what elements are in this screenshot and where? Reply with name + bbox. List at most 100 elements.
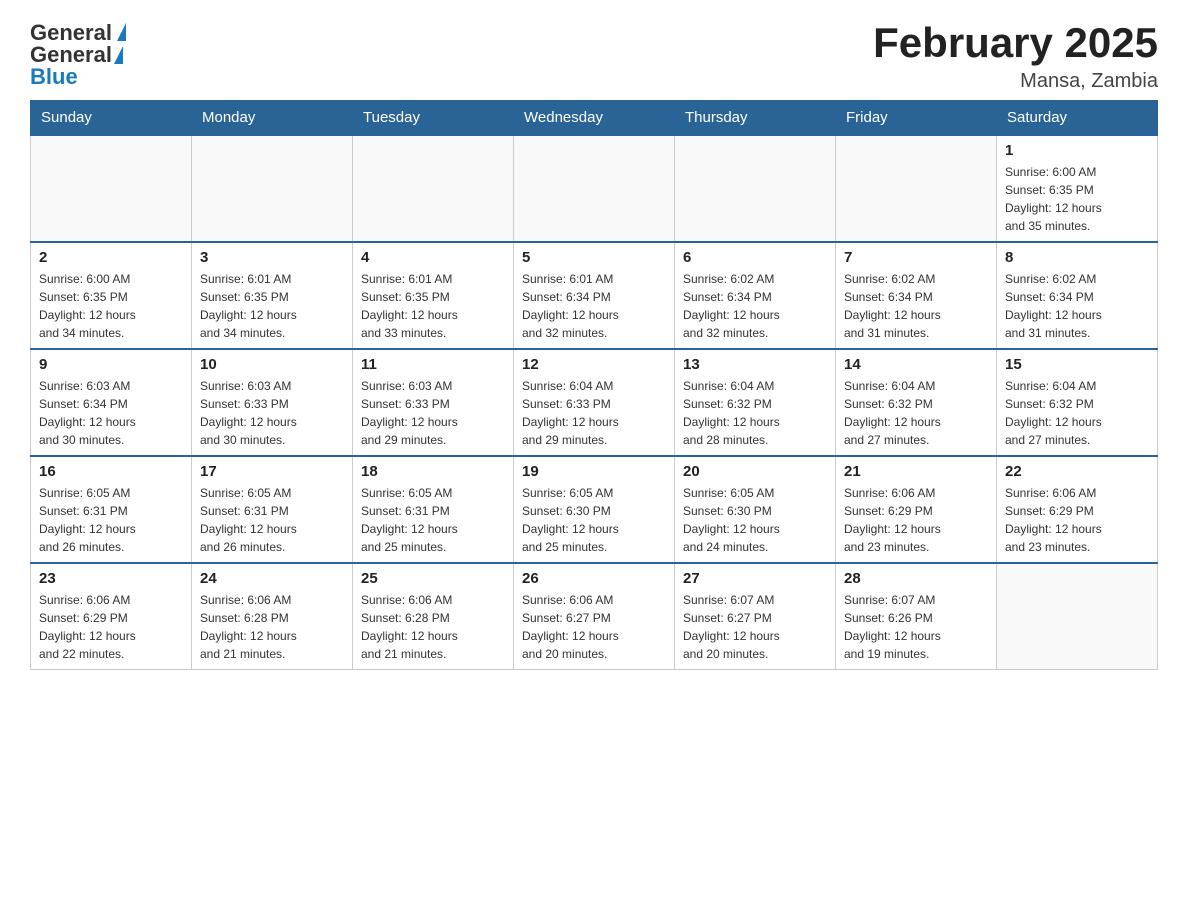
day-info: Sunrise: 6:02 AM Sunset: 6:34 PM Dayligh… bbox=[683, 270, 827, 342]
day-info: Sunrise: 6:07 AM Sunset: 6:26 PM Dayligh… bbox=[844, 591, 988, 663]
calendar-cell: 15 Sunrise: 6:04 AM Sunset: 6:32 PM Dayli… bbox=[997, 349, 1158, 456]
location-subtitle: Mansa, Zambia bbox=[873, 70, 1158, 93]
calendar-cell bbox=[353, 135, 514, 242]
calendar-cell: 25 Sunrise: 6:06 AM Sunset: 6:28 PM Dayli… bbox=[353, 563, 514, 670]
col-sunday: Sunday bbox=[31, 100, 192, 135]
calendar-cell: 8 Sunrise: 6:02 AM Sunset: 6:34 PM Daylig… bbox=[997, 242, 1158, 349]
day-info: Sunrise: 6:04 AM Sunset: 6:33 PM Dayligh… bbox=[522, 377, 666, 449]
day-number: 1 bbox=[1005, 142, 1149, 159]
day-number: 17 bbox=[200, 463, 344, 480]
calendar-cell: 20 Sunrise: 6:05 AM Sunset: 6:30 PM Dayli… bbox=[675, 456, 836, 563]
day-info: Sunrise: 6:06 AM Sunset: 6:27 PM Dayligh… bbox=[522, 591, 666, 663]
day-number: 8 bbox=[1005, 249, 1149, 266]
month-title: February 2025 bbox=[873, 20, 1158, 66]
calendar-cell: 1 Sunrise: 6:00 AM Sunset: 6:35 PM Daylig… bbox=[997, 135, 1158, 242]
day-number: 13 bbox=[683, 356, 827, 373]
calendar-cell: 4 Sunrise: 6:01 AM Sunset: 6:35 PM Daylig… bbox=[353, 242, 514, 349]
calendar-cell: 9 Sunrise: 6:03 AM Sunset: 6:34 PM Daylig… bbox=[31, 349, 192, 456]
calendar-cell: 3 Sunrise: 6:01 AM Sunset: 6:35 PM Daylig… bbox=[192, 242, 353, 349]
col-friday: Friday bbox=[836, 100, 997, 135]
day-number: 18 bbox=[361, 463, 505, 480]
day-info: Sunrise: 6:03 AM Sunset: 6:33 PM Dayligh… bbox=[361, 377, 505, 449]
calendar-cell: 19 Sunrise: 6:05 AM Sunset: 6:30 PM Dayli… bbox=[514, 456, 675, 563]
day-info: Sunrise: 6:01 AM Sunset: 6:35 PM Dayligh… bbox=[200, 270, 344, 342]
day-number: 24 bbox=[200, 570, 344, 587]
col-thursday: Thursday bbox=[675, 100, 836, 135]
day-number: 9 bbox=[39, 356, 183, 373]
logo-text-blue: Blue bbox=[30, 65, 78, 89]
calendar-header-row: Sunday Monday Tuesday Wednesday Thursday… bbox=[31, 100, 1158, 135]
day-info: Sunrise: 6:05 AM Sunset: 6:30 PM Dayligh… bbox=[683, 484, 827, 556]
day-info: Sunrise: 6:06 AM Sunset: 6:29 PM Dayligh… bbox=[844, 484, 988, 556]
calendar-cell: 23 Sunrise: 6:06 AM Sunset: 6:29 PM Dayli… bbox=[31, 563, 192, 670]
day-number: 20 bbox=[683, 463, 827, 480]
day-info: Sunrise: 6:00 AM Sunset: 6:35 PM Dayligh… bbox=[1005, 163, 1149, 235]
col-wednesday: Wednesday bbox=[514, 100, 675, 135]
day-number: 2 bbox=[39, 249, 183, 266]
week-row-4: 16 Sunrise: 6:05 AM Sunset: 6:31 PM Dayli… bbox=[31, 456, 1158, 563]
day-info: Sunrise: 6:05 AM Sunset: 6:30 PM Dayligh… bbox=[522, 484, 666, 556]
day-info: Sunrise: 6:02 AM Sunset: 6:34 PM Dayligh… bbox=[844, 270, 988, 342]
day-info: Sunrise: 6:04 AM Sunset: 6:32 PM Dayligh… bbox=[683, 377, 827, 449]
day-number: 15 bbox=[1005, 356, 1149, 373]
logo-container: General Blue bbox=[30, 33, 123, 89]
calendar-cell: 16 Sunrise: 6:05 AM Sunset: 6:31 PM Dayli… bbox=[31, 456, 192, 563]
day-info: Sunrise: 6:03 AM Sunset: 6:34 PM Dayligh… bbox=[39, 377, 183, 449]
logo-arrow-icon bbox=[114, 46, 123, 64]
day-number: 7 bbox=[844, 249, 988, 266]
calendar-cell: 28 Sunrise: 6:07 AM Sunset: 6:26 PM Dayli… bbox=[836, 563, 997, 670]
day-number: 23 bbox=[39, 570, 183, 587]
day-number: 4 bbox=[361, 249, 505, 266]
calendar-cell: 12Sunrise: 6:04 AM Sunset: 6:33 PM Dayli… bbox=[514, 349, 675, 456]
col-tuesday: Tuesday bbox=[353, 100, 514, 135]
day-info: Sunrise: 6:02 AM Sunset: 6:34 PM Dayligh… bbox=[1005, 270, 1149, 342]
day-info: Sunrise: 6:03 AM Sunset: 6:33 PM Dayligh… bbox=[200, 377, 344, 449]
day-info: Sunrise: 6:05 AM Sunset: 6:31 PM Dayligh… bbox=[39, 484, 183, 556]
day-info: Sunrise: 6:04 AM Sunset: 6:32 PM Dayligh… bbox=[1005, 377, 1149, 449]
week-row-1: 1 Sunrise: 6:00 AM Sunset: 6:35 PM Daylig… bbox=[31, 135, 1158, 242]
calendar-cell: 21Sunrise: 6:06 AM Sunset: 6:29 PM Dayli… bbox=[836, 456, 997, 563]
calendar-cell: 27Sunrise: 6:07 AM Sunset: 6:27 PM Dayli… bbox=[675, 563, 836, 670]
day-number: 10 bbox=[200, 356, 344, 373]
day-number: 5 bbox=[522, 249, 666, 266]
day-info: Sunrise: 6:05 AM Sunset: 6:31 PM Dayligh… bbox=[361, 484, 505, 556]
col-monday: Monday bbox=[192, 100, 353, 135]
week-row-3: 9 Sunrise: 6:03 AM Sunset: 6:34 PM Daylig… bbox=[31, 349, 1158, 456]
day-info: Sunrise: 6:04 AM Sunset: 6:32 PM Dayligh… bbox=[844, 377, 988, 449]
calendar-cell bbox=[997, 563, 1158, 670]
calendar-cell: 24 Sunrise: 6:06 AM Sunset: 6:28 PM Dayli… bbox=[192, 563, 353, 670]
calendar-cell: 5Sunrise: 6:01 AM Sunset: 6:34 PM Daylig… bbox=[514, 242, 675, 349]
day-number: 19 bbox=[522, 463, 666, 480]
calendar-table: Sunday Monday Tuesday Wednesday Thursday… bbox=[30, 100, 1158, 670]
day-number: 11 bbox=[361, 356, 505, 373]
calendar-cell: 11 Sunrise: 6:03 AM Sunset: 6:33 PM Dayli… bbox=[353, 349, 514, 456]
title-block: February 2025 Mansa, Zambia bbox=[873, 20, 1158, 93]
day-number: 28 bbox=[844, 570, 988, 587]
calendar-cell: 10 Sunrise: 6:03 AM Sunset: 6:33 PM Dayli… bbox=[192, 349, 353, 456]
day-info: Sunrise: 6:06 AM Sunset: 6:28 PM Dayligh… bbox=[200, 591, 344, 663]
calendar-cell bbox=[675, 135, 836, 242]
calendar-cell: 2 Sunrise: 6:00 AM Sunset: 6:35 PM Daylig… bbox=[31, 242, 192, 349]
week-row-5: 23 Sunrise: 6:06 AM Sunset: 6:29 PM Dayli… bbox=[31, 563, 1158, 670]
calendar-cell: 13 Sunrise: 6:04 AM Sunset: 6:32 PM Dayli… bbox=[675, 349, 836, 456]
day-info: Sunrise: 6:06 AM Sunset: 6:29 PM Dayligh… bbox=[39, 591, 183, 663]
day-info: Sunrise: 6:06 AM Sunset: 6:28 PM Dayligh… bbox=[361, 591, 505, 663]
calendar-cell: 18 Sunrise: 6:05 AM Sunset: 6:31 PM Dayli… bbox=[353, 456, 514, 563]
day-number: 25 bbox=[361, 570, 505, 587]
day-info: Sunrise: 6:01 AM Sunset: 6:35 PM Dayligh… bbox=[361, 270, 505, 342]
day-info: Sunrise: 6:05 AM Sunset: 6:31 PM Dayligh… bbox=[200, 484, 344, 556]
calendar-cell bbox=[192, 135, 353, 242]
day-info: Sunrise: 6:06 AM Sunset: 6:29 PM Dayligh… bbox=[1005, 484, 1149, 556]
calendar-cell: 22Sunrise: 6:06 AM Sunset: 6:29 PM Dayli… bbox=[997, 456, 1158, 563]
calendar-cell bbox=[31, 135, 192, 242]
calendar-cell bbox=[836, 135, 997, 242]
day-info: Sunrise: 6:00 AM Sunset: 6:35 PM Dayligh… bbox=[39, 270, 183, 342]
calendar-cell: 7 Sunrise: 6:02 AM Sunset: 6:34 PM Daylig… bbox=[836, 242, 997, 349]
day-number: 16 bbox=[39, 463, 183, 480]
day-number: 26 bbox=[522, 570, 666, 587]
day-number: 14 bbox=[844, 356, 988, 373]
calendar-cell: 14 Sunrise: 6:04 AM Sunset: 6:32 PM Dayli… bbox=[836, 349, 997, 456]
day-number: 3 bbox=[200, 249, 344, 266]
calendar-cell: 26 Sunrise: 6:06 AM Sunset: 6:27 PM Dayli… bbox=[514, 563, 675, 670]
day-number: 27 bbox=[683, 570, 827, 587]
